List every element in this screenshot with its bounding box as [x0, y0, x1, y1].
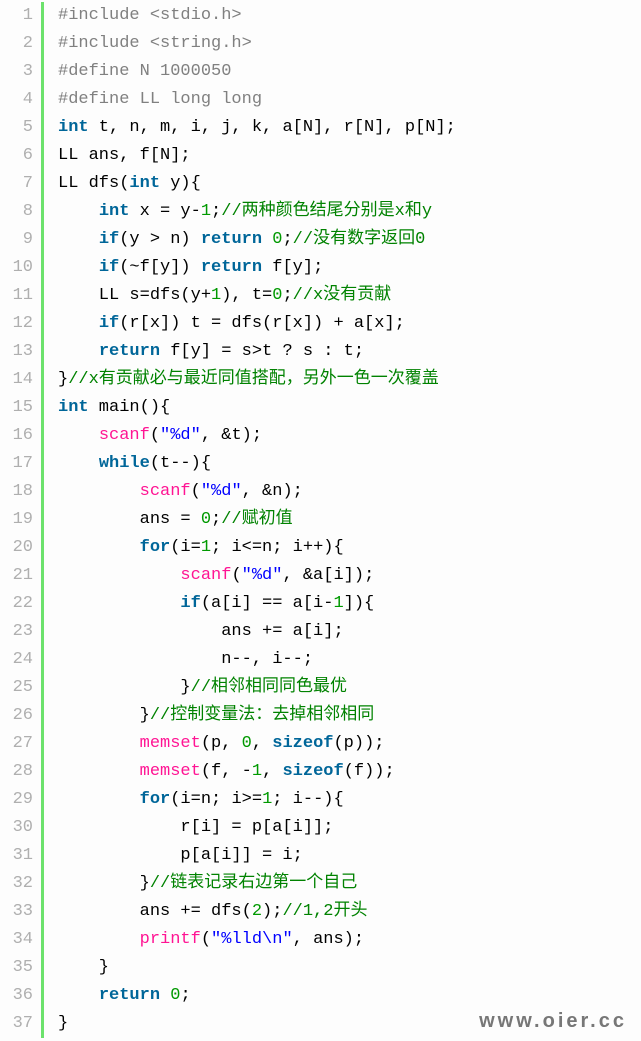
code-line: while(t--){	[58, 450, 456, 478]
line-number: 10	[0, 254, 33, 282]
code-line: if(r[x]) t = dfs(r[x]) + a[x];	[58, 310, 456, 338]
code-line: for(i=n; i>=1; i--){	[58, 786, 456, 814]
code-line: ans += a[i];	[58, 618, 456, 646]
code-line: }	[58, 1010, 456, 1038]
code-line: for(i=1; i<=n; i++){	[58, 534, 456, 562]
code-line: LL dfs(int y){	[58, 170, 456, 198]
code-line: scanf("%d", &t);	[58, 422, 456, 450]
line-number: 27	[0, 730, 33, 758]
code-line: }//相邻相同同色最优	[58, 674, 456, 702]
line-number: 25	[0, 674, 33, 702]
line-number: 31	[0, 842, 33, 870]
code-line: #include <stdio.h>	[58, 2, 456, 30]
line-number-gutter: 1234567891011121314151617181920212223242…	[0, 2, 44, 1038]
code-content: #include <stdio.h>#include <string.h>#de…	[44, 2, 456, 1038]
line-number: 14	[0, 366, 33, 394]
code-line: #include <string.h>	[58, 30, 456, 58]
line-number: 29	[0, 786, 33, 814]
code-line: scanf("%d", &a[i]);	[58, 562, 456, 590]
code-line: int x = y-1;//两种颜色结尾分别是x和y	[58, 198, 456, 226]
line-number: 35	[0, 954, 33, 982]
line-number: 32	[0, 870, 33, 898]
line-number: 6	[0, 142, 33, 170]
line-number: 8	[0, 198, 33, 226]
code-line: int t, n, m, i, j, k, a[N], r[N], p[N];	[58, 114, 456, 142]
code-line: LL ans, f[N];	[58, 142, 456, 170]
line-number: 3	[0, 58, 33, 86]
code-line: #define N 1000050	[58, 58, 456, 86]
code-block: 1234567891011121314151617181920212223242…	[0, 0, 641, 1038]
line-number: 33	[0, 898, 33, 926]
line-number: 21	[0, 562, 33, 590]
line-number: 23	[0, 618, 33, 646]
line-number: 1	[0, 2, 33, 30]
code-line: if(~f[y]) return f[y];	[58, 254, 456, 282]
code-line: memset(p, 0, sizeof(p));	[58, 730, 456, 758]
line-number: 9	[0, 226, 33, 254]
code-line: }//链表记录右边第一个自己	[58, 870, 456, 898]
line-number: 7	[0, 170, 33, 198]
code-line: if(y > n) return 0;//没有数字返回0	[58, 226, 456, 254]
line-number: 30	[0, 814, 33, 842]
line-number: 17	[0, 450, 33, 478]
line-number: 24	[0, 646, 33, 674]
line-number: 19	[0, 506, 33, 534]
line-number: 12	[0, 310, 33, 338]
line-number: 37	[0, 1010, 33, 1038]
line-number: 2	[0, 30, 33, 58]
code-line: ans += dfs(2);//1,2开头	[58, 898, 456, 926]
line-number: 22	[0, 590, 33, 618]
code-line: return 0;	[58, 982, 456, 1010]
code-line: }//x有贡献必与最近同值搭配，另外一色一次覆盖	[58, 366, 456, 394]
code-line: p[a[i]] = i;	[58, 842, 456, 870]
code-line: ans = 0;//赋初值	[58, 506, 456, 534]
code-line: }	[58, 954, 456, 982]
line-number: 13	[0, 338, 33, 366]
line-number: 34	[0, 926, 33, 954]
code-line: }//控制变量法：去掉相邻相同	[58, 702, 456, 730]
line-number: 5	[0, 114, 33, 142]
code-line: int main(){	[58, 394, 456, 422]
code-line: #define LL long long	[58, 86, 456, 114]
line-number: 16	[0, 422, 33, 450]
line-number: 20	[0, 534, 33, 562]
line-number: 11	[0, 282, 33, 310]
code-line: LL s=dfs(y+1), t=0;//x没有贡献	[58, 282, 456, 310]
code-line: printf("%lld\n", ans);	[58, 926, 456, 954]
code-line: if(a[i] == a[i-1]){	[58, 590, 456, 618]
line-number: 15	[0, 394, 33, 422]
line-number: 36	[0, 982, 33, 1010]
line-number: 4	[0, 86, 33, 114]
line-number: 18	[0, 478, 33, 506]
code-line: memset(f, -1, sizeof(f));	[58, 758, 456, 786]
code-line: r[i] = p[a[i]];	[58, 814, 456, 842]
line-number: 28	[0, 758, 33, 786]
code-line: return f[y] = s>t ? s : t;	[58, 338, 456, 366]
code-line: scanf("%d", &n);	[58, 478, 456, 506]
watermark: www.oier.cc	[479, 1007, 627, 1035]
line-number: 26	[0, 702, 33, 730]
code-line: n--, i--;	[58, 646, 456, 674]
